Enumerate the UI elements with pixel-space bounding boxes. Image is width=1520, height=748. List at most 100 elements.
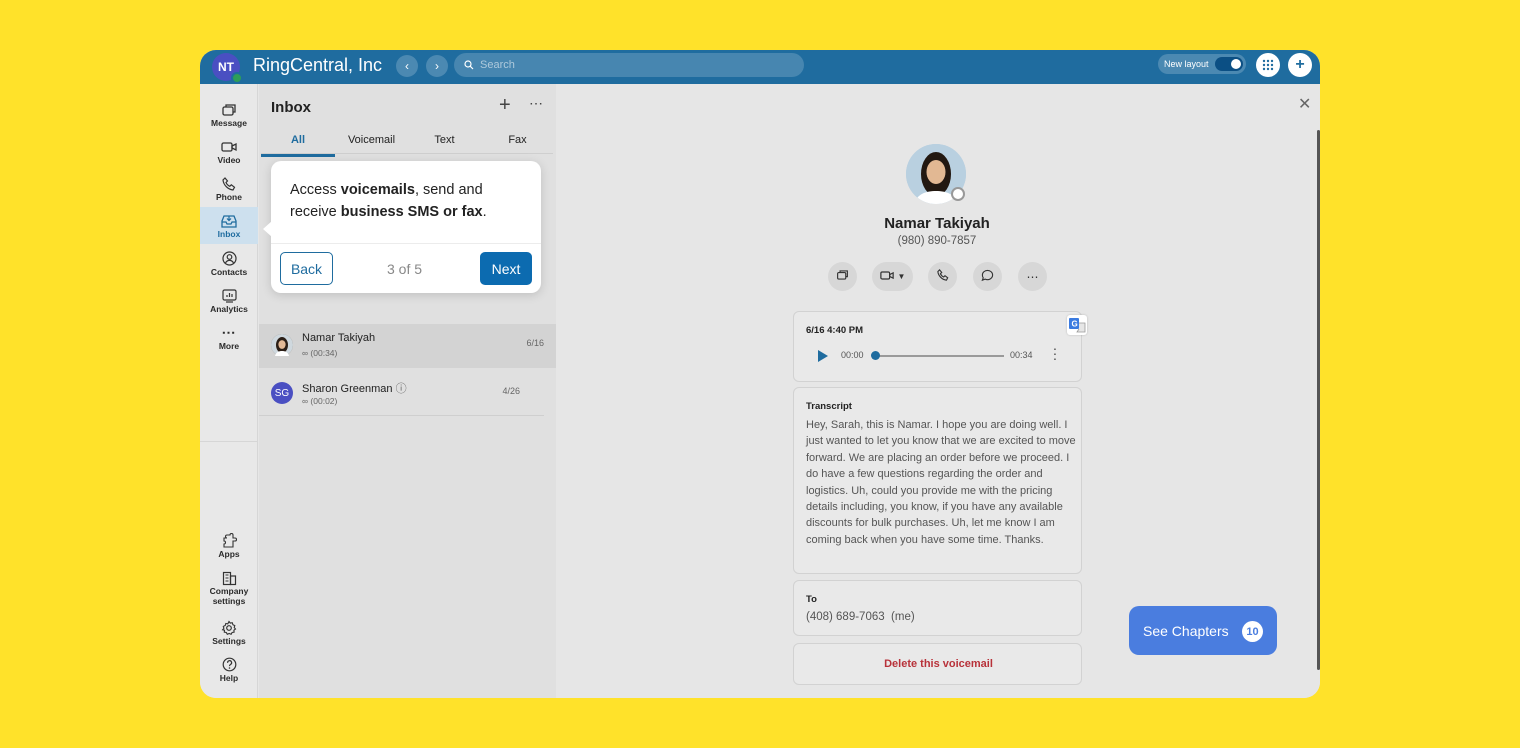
list-item-duration: ∞ (00:34) <box>302 348 337 358</box>
next-button[interactable]: Next <box>480 252 532 285</box>
tab-voicemail[interactable]: Voicemail <box>335 134 408 146</box>
message-action-button[interactable] <box>828 262 857 291</box>
duration-text: (00:02) <box>310 396 338 406</box>
tab-text[interactable]: Text <box>408 134 481 146</box>
tab-active-indicator <box>261 154 335 157</box>
voicemail-time: 6/16 4:40 PM <box>806 325 864 336</box>
svg-text:G: G <box>1072 320 1078 329</box>
rail-item-contacts[interactable]: Contacts <box>200 245 258 282</box>
to-value: (408) 689-7063 (me) <box>806 611 915 623</box>
list-item[interactable]: Namar Takiyah ∞ (00:34) 6/16 <box>259 324 556 368</box>
duration: 00:34 <box>1010 350 1033 360</box>
see-chapters-button[interactable]: See Chapters 10 <box>1129 606 1277 655</box>
video-icon <box>879 270 894 284</box>
inbox-more-icon[interactable]: ⋯ <box>529 95 544 112</box>
presence-online-icon <box>231 72 243 84</box>
rail-label-message: Message <box>211 117 247 128</box>
rail-label-phone: Phone <box>216 191 242 202</box>
list-item-name: Sharon Greenman ⓘ <box>302 380 407 396</box>
analytics-icon <box>220 288 238 304</box>
transcript-text: Hey, Sarah, this is Namar. I hope you ar… <box>806 419 1076 546</box>
settings-icon <box>220 619 238 636</box>
chevron-down-icon: ▼ <box>897 272 906 281</box>
tab-all[interactable]: All <box>261 134 335 157</box>
more-actions-button[interactable]: ⋯ <box>1018 262 1047 291</box>
list-item[interactable]: SG Sharon Greenman ⓘ ∞ (00:02) 4/26 <box>259 372 544 416</box>
back-nav-icon[interactable]: ‹ <box>396 55 418 77</box>
contacts-icon <box>220 251 238 267</box>
rail-item-message[interactable]: Message <box>200 96 258 133</box>
app-window: NT RingCentral, Inc ‹ › Search New layou… <box>200 50 1320 698</box>
toggle-switch-icon <box>1215 57 1243 71</box>
rail-item-phone[interactable]: Phone <box>200 170 258 207</box>
scrollbar[interactable] <box>1317 130 1320 670</box>
company-settings-icon <box>220 570 238 586</box>
user-initials: NT <box>218 60 234 74</box>
rail-item-apps[interactable]: Apps <box>200 527 258 564</box>
tab-fax-label: Fax <box>508 134 527 146</box>
list-item-date: 4/26 <box>502 386 520 396</box>
rail-label-company-settings: Company settings <box>209 586 249 606</box>
inbox-tabs: All Voicemail Text Fax <box>261 130 554 157</box>
new-layout-toggle[interactable]: New layout <box>1158 54 1246 74</box>
chapters-count-badge: 10 <box>1242 621 1263 642</box>
tab-all-label: All <box>290 134 306 146</box>
rail-label-help: Help <box>219 672 239 683</box>
sms-action-button[interactable] <box>973 262 1002 291</box>
search-input[interactable]: Search <box>454 53 804 77</box>
rail-item-help[interactable]: Help <box>200 651 258 688</box>
rail-label-more: More <box>218 340 240 351</box>
more-icon: ⋯ <box>1026 269 1039 284</box>
recipient-card: To (408) 689-7063 (me) <box>793 580 1082 636</box>
call-action-button[interactable] <box>928 262 957 291</box>
seek-bar[interactable] <box>874 355 1004 357</box>
translate-icon[interactable]: G <box>1067 315 1087 335</box>
rail-item-analytics[interactable]: Analytics <box>200 282 258 319</box>
new-message-plus-icon[interactable]: + <box>499 94 511 117</box>
user-avatar[interactable]: NT <box>212 53 243 84</box>
message-icon <box>220 102 238 118</box>
tab-fax[interactable]: Fax <box>481 134 554 146</box>
info-icon[interactable]: ⓘ <box>396 383 407 395</box>
video-action-button[interactable]: ▼ <box>872 262 913 291</box>
delete-voicemail-button[interactable]: Delete this voicemail <box>793 643 1082 685</box>
inbox-icon <box>220 213 238 229</box>
rail-item-more[interactable]: ⋯ More <box>200 319 258 356</box>
dialpad-icon <box>1262 59 1274 71</box>
create-button[interactable]: + <box>1288 53 1312 77</box>
rail-label-video: Video <box>217 154 241 165</box>
contact-avatar: SG <box>271 382 293 404</box>
duration-text: (00:34) <box>310 348 338 358</box>
rail-label-inbox: Inbox <box>217 228 241 239</box>
to-label: To <box>806 594 817 605</box>
plus-icon: + <box>1295 56 1305 73</box>
message-icon <box>836 269 849 284</box>
rail-item-settings[interactable]: Settings <box>200 614 258 651</box>
rail-label-contacts: Contacts <box>210 266 248 277</box>
rail-item-video[interactable]: Video <box>200 133 258 170</box>
phone-icon <box>936 269 949 284</box>
avatar-initials: SG <box>274 387 290 399</box>
rail-item-inbox[interactable]: Inbox <box>200 207 258 244</box>
delete-label: Delete this voicemail <box>884 658 993 670</box>
kebab-menu-icon[interactable]: · · · <box>1052 341 1058 365</box>
apps-icon <box>220 532 238 549</box>
dialpad-button[interactable] <box>1256 53 1280 77</box>
rail-label-analytics: Analytics <box>210 303 248 314</box>
rail-item-company-settings[interactable]: Company settings <box>200 566 258 610</box>
forward-nav-icon[interactable]: › <box>426 55 448 77</box>
rail-divider <box>200 441 258 442</box>
seek-handle[interactable] <box>871 351 880 360</box>
play-icon[interactable] <box>818 350 828 362</box>
video-icon <box>220 139 238 155</box>
phone-icon <box>220 176 238 192</box>
close-icon[interactable]: ✕ <box>1298 94 1311 114</box>
contact-avatar <box>271 334 293 356</box>
back-button[interactable]: Back <box>280 252 333 285</box>
tab-text-label: Text <box>434 134 455 146</box>
new-layout-label: New layout <box>1164 59 1209 69</box>
presence-status-icon <box>951 187 965 201</box>
tab-voicemail-label: Voicemail <box>347 134 396 146</box>
list-item-name: Namar Takiyah <box>302 332 376 344</box>
step-counter: 3 of 5 <box>387 261 423 277</box>
